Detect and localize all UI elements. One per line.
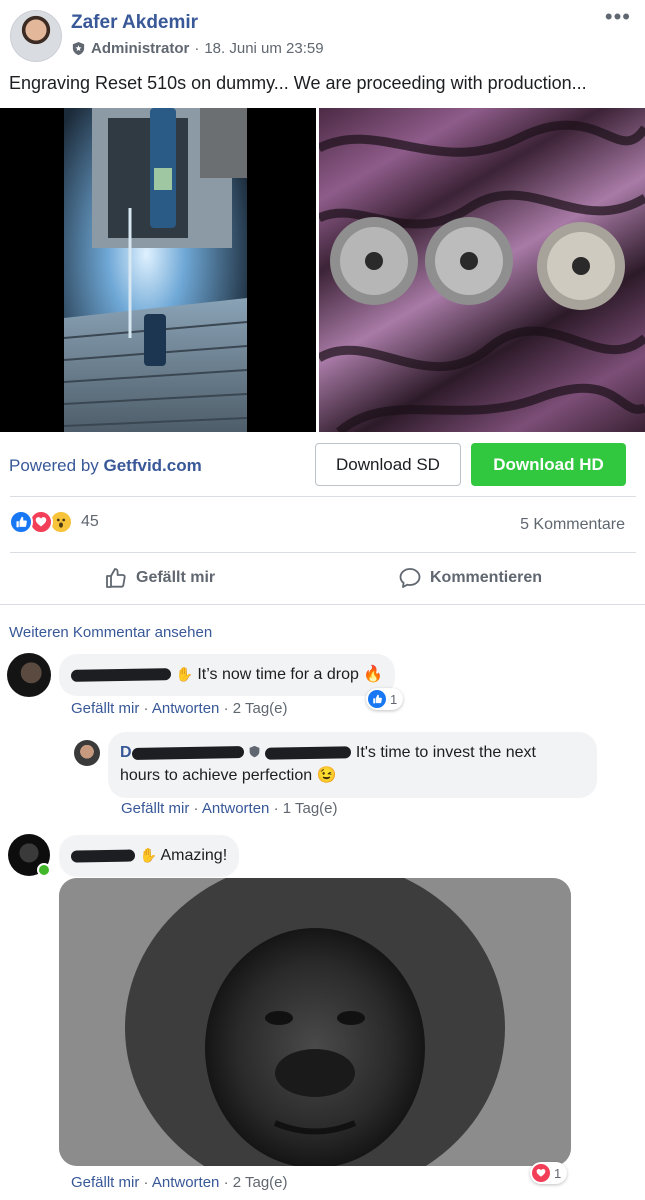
author-name[interactable]: Zafer Akdemir [71,12,198,34]
reply-bubble: D It's time to invest the next hours to … [108,732,597,798]
comment-text: Amazing! [160,847,228,864]
love-icon [532,1164,550,1182]
like-label: Gefällt mir [136,569,216,586]
reply-avatar[interactable] [74,740,100,766]
post-timestamp[interactable]: 18. Juni um 23:59 [204,40,323,57]
download-hd-button[interactable]: Download HD [471,443,626,486]
reply-text-line2: hours to achieve perfection 😉 [120,767,337,784]
reply-author-initial: D [120,744,132,761]
online-status-icon [37,863,51,877]
comment-actions: Gefällt mir · Antworten · 2 Tag(e) [71,700,288,717]
divider [10,552,636,553]
like-icon [368,690,386,708]
powered-prefix: Powered by [9,456,104,475]
view-more-comments-link[interactable]: Weiteren Kommentar ansehen [9,624,212,641]
reply-time[interactable]: 1 Tag(e) [283,800,338,817]
gorilla-gif-attachment[interactable] [59,878,571,1166]
post-photos [0,108,645,432]
comment-time[interactable]: 2 Tag(e) [233,1174,288,1191]
speech-bubble-icon [399,568,421,588]
redacted-name [70,667,172,682]
comment-reply-link[interactable]: Antworten [152,1174,220,1191]
like-button[interactable]: Gefällt mir [104,566,215,590]
comment-button[interactable]: Kommentieren [398,566,542,590]
author-role: Administrator [91,40,190,57]
admin-shield-icon [72,41,85,56]
meta-separator: · [194,40,200,57]
reply-reply-link[interactable]: Antworten [202,800,270,817]
redacted-name [70,849,136,863]
comments-count-link[interactable]: 5 Kommentare [520,516,625,534]
comment-reaction-badge[interactable]: 1 [530,1162,568,1184]
thumbs-up-icon [106,568,126,588]
redacted-name [131,745,244,760]
more-options-icon[interactable]: ••• [605,6,631,28]
like-icon [9,510,33,534]
comment-reply-link[interactable]: Antworten [152,700,220,717]
reply-like-link[interactable]: Gefällt mir [121,800,189,817]
comment-time[interactable]: 2 Tag(e) [233,700,288,717]
post-header: Zafer Akdemir Administrator · 18. Juni u… [0,0,645,70]
comment-bubble: ✋ It’s now time for a drop 🔥 [59,654,396,696]
engraving-machine-photo[interactable] [0,108,316,432]
author-avatar[interactable] [10,10,62,62]
reply-actions: Gefällt mir · Antworten · 1 Tag(e) [121,800,338,817]
reaction-count: 45 [81,513,99,530]
commenter-avatar[interactable] [7,653,51,697]
post-meta: Administrator · 18. Juni um 23:59 [71,40,324,57]
admin-shield-icon [249,745,260,758]
comment-reaction-count: 1 [554,1165,562,1181]
comment-label: Kommentieren [430,569,543,586]
comment-actions: Gefällt mir · Antworten · 2 Tag(e) [71,1174,288,1191]
powered-brand: Getfvid.com [103,456,202,475]
wave-icon: ✋ [175,666,193,682]
comment-bubble: ✋ Amazing! [59,835,240,877]
download-bar: Powered by Getfvid.com Download SD Downl… [0,432,645,496]
redacted-mention [265,746,352,760]
comment-reaction-count: 1 [390,691,398,707]
comment-reaction-badge[interactable]: 1 [366,688,404,710]
engraved-buttons-photo[interactable] [319,108,645,432]
download-sd-button[interactable]: Download SD [315,443,461,486]
reply-text: It's time to invest the next [355,744,536,761]
comment-like-link[interactable]: Gefällt mir [71,1174,139,1191]
divider [10,496,636,497]
powered-by-link[interactable]: Powered by Getfvid.com [9,456,202,476]
comment-like-link[interactable]: Gefällt mir [71,700,139,717]
wave-icon: ✋ [139,847,157,863]
comment-text: It’s now time for a drop 🔥 [197,666,384,683]
divider [0,604,645,605]
post-text: Engraving Reset 510s on dummy... We are … [9,73,587,93]
reaction-summary[interactable]: 45 [9,510,99,534]
